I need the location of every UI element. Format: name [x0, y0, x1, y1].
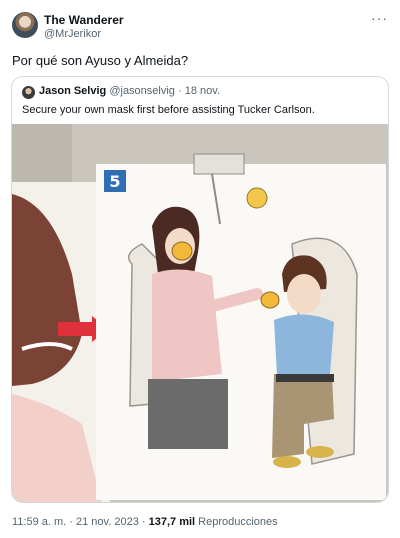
child-shoe-right — [306, 446, 334, 458]
left-card-arrow — [58, 322, 92, 336]
quoted-tweet[interactable]: Jason Selvig @jasonselvig · 18 nov. Secu… — [11, 76, 389, 503]
tweet-time[interactable]: 11:59 a. m. — [12, 516, 66, 528]
tweet-text: Por qué son Ayuso y Almeida? — [12, 53, 189, 68]
tweet-date[interactable]: 21 nov. 2023 — [76, 516, 139, 528]
quote-text: Secure your own mask first before assist… — [22, 104, 315, 116]
child-mask — [260, 291, 280, 309]
seat-belt — [276, 374, 334, 382]
quote-avatar[interactable] — [22, 86, 35, 99]
overhead-panel — [193, 153, 245, 175]
author-name[interactable]: The Wanderer — [44, 13, 124, 27]
author-avatar[interactable] — [12, 12, 38, 38]
tweet-footer: 11:59 a. m. · 21 nov. 2023 · 137,7 mil R… — [12, 516, 278, 528]
child-shirt — [274, 314, 334, 376]
tweet: The Wanderer @MrJerikor ··· Por qué son … — [0, 0, 400, 538]
hanging-mask — [246, 187, 268, 209]
footer-separator-2: · — [141, 516, 146, 528]
quote-header: Jason Selvig @jasonselvig · 18 nov. — [39, 85, 220, 97]
quote-separator: · — [177, 85, 182, 97]
quote-image[interactable]: 5 — [12, 124, 388, 502]
views-label: Reproducciones — [198, 516, 278, 528]
child-face — [287, 274, 321, 314]
footer-separator: · — [69, 516, 73, 528]
quote-date[interactable]: 18 nov. — [185, 85, 220, 97]
child-shoe-left — [273, 456, 301, 468]
more-options-icon[interactable]: ··· — [371, 10, 388, 26]
safety-card-illustration: 5 — [12, 124, 388, 502]
author-handle[interactable]: @MrJerikor — [44, 28, 101, 40]
woman-skirt — [148, 379, 228, 449]
quote-author-handle[interactable]: @jasonselvig — [109, 85, 175, 97]
woman-sweater — [152, 269, 222, 382]
woman-mask — [171, 241, 193, 261]
panel-number: 5 — [109, 172, 120, 191]
view-count: 137,7 mil — [148, 516, 196, 528]
quote-author-name[interactable]: Jason Selvig — [39, 85, 106, 97]
